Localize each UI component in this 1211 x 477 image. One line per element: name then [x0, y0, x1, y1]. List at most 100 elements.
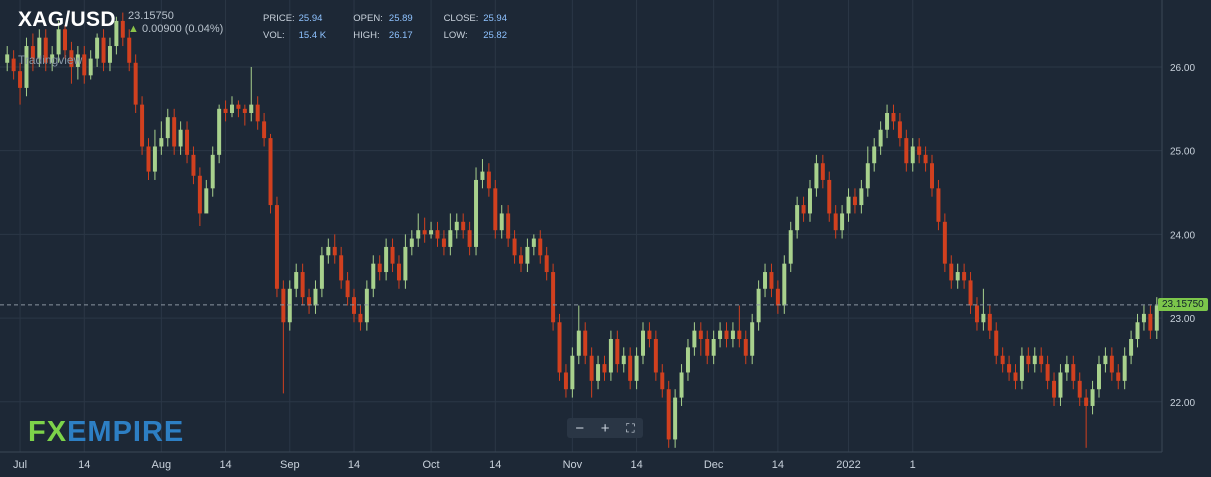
x-tick-label: Dec — [704, 459, 724, 471]
candle-body — [628, 355, 633, 381]
candle-body — [255, 104, 260, 122]
arrow-up-icon: ▲ — [128, 23, 139, 35]
candle-body — [403, 246, 408, 281]
candle-body — [300, 272, 305, 298]
candle-body — [589, 355, 594, 381]
y-tick-label: 23.00 — [1170, 314, 1195, 325]
candle-body — [236, 104, 241, 109]
candle-body — [653, 339, 658, 373]
candle-body — [448, 230, 453, 247]
candle-body — [217, 108, 222, 155]
candle-body — [872, 146, 877, 164]
candle-body — [570, 355, 575, 390]
candle-body — [416, 230, 421, 239]
candle-body — [730, 330, 735, 339]
candle-body — [133, 62, 138, 105]
ohlc-stats: PRICE: 25.94 OPEN: 25.89 CLOSE: 25.94 VO… — [263, 13, 507, 47]
candle-body — [994, 330, 999, 356]
candle-body — [1084, 397, 1089, 406]
candle-body — [538, 238, 543, 256]
candle-body — [1013, 372, 1018, 381]
candle-body — [1135, 322, 1140, 339]
fxempire-logo: FXEMPIRE — [28, 416, 184, 449]
candle-body — [544, 255, 549, 273]
candle-body — [737, 330, 742, 339]
candle-body — [332, 246, 337, 256]
candle-body — [371, 263, 376, 289]
candle-body — [268, 138, 273, 206]
candle-body — [795, 205, 800, 231]
candle-body — [827, 179, 832, 214]
candle-body — [56, 29, 61, 55]
candle-body — [506, 213, 511, 239]
candle-body — [493, 188, 498, 231]
candle-body — [18, 71, 23, 88]
candle-body — [525, 246, 530, 264]
candle-body — [185, 129, 190, 155]
candle-body — [897, 121, 902, 139]
candle-body — [140, 104, 145, 147]
candle-body — [1148, 313, 1153, 331]
candle-body — [486, 171, 491, 189]
candle-body — [782, 263, 787, 306]
candle-body — [249, 104, 254, 113]
candle-body — [5, 54, 10, 63]
candle-body — [987, 313, 992, 331]
fullscreen-icon[interactable]: ⛶ — [626, 421, 634, 436]
candlestick-chart: 22.00 23.00 24.00 25.00 26.00 Jul 14 Aug 14 Sep 14… — [0, 0, 1195, 471]
price-change: ▲ 0.00900 (0.04%) — [128, 23, 223, 35]
candle-body — [775, 288, 780, 306]
candle-body — [467, 230, 472, 247]
y-tick-label: 25.00 — [1170, 147, 1195, 158]
low-label: LOW: — [443, 30, 468, 41]
zoom-out-button[interactable]: − — [575, 420, 584, 437]
low-value: 25.82 — [483, 30, 507, 41]
candle-body — [949, 263, 954, 281]
candle-body — [531, 238, 536, 247]
candle-body — [840, 213, 845, 231]
candle-body — [807, 188, 812, 214]
candle-body — [127, 37, 132, 63]
candle-body — [608, 339, 613, 373]
candle-body — [11, 58, 16, 72]
candle-body — [1019, 355, 1024, 381]
candle-body — [557, 322, 562, 373]
open-value: 25.89 — [388, 13, 413, 24]
zoom-controls: − + ⛶ — [567, 418, 643, 438]
candle-body — [281, 288, 286, 323]
candle-body — [1026, 355, 1031, 365]
x-tick-label: Jul — [13, 459, 27, 471]
candle-body — [88, 58, 93, 76]
candle-body — [441, 238, 446, 247]
candle-body — [955, 272, 960, 281]
candle-body — [833, 213, 838, 231]
candle-body — [1122, 355, 1127, 381]
candle-body — [859, 188, 864, 206]
candle-body — [846, 196, 851, 214]
candle-body — [352, 297, 357, 314]
candle-body — [159, 138, 164, 147]
logo-fx: FX — [28, 416, 68, 448]
candle-body — [647, 330, 652, 339]
candle-body — [294, 272, 299, 289]
candle-body — [602, 364, 607, 373]
candle-body — [705, 339, 710, 356]
candle-body — [641, 330, 646, 356]
candle-body — [910, 146, 915, 164]
candle-body — [685, 347, 690, 373]
price-change-value: 0.00900 (0.04%) — [141, 23, 224, 35]
close-label: CLOSE: — [443, 13, 479, 24]
zoom-in-button[interactable]: + — [601, 420, 610, 437]
candle-body — [319, 255, 324, 289]
candle-body — [1103, 355, 1108, 365]
candle-body — [435, 230, 440, 239]
candle-body — [326, 246, 331, 256]
candle-body — [1064, 364, 1069, 373]
candle-body — [422, 230, 427, 235]
vol-label: VOL: — [263, 30, 285, 41]
candle-body — [576, 330, 581, 356]
candle-body — [1000, 355, 1005, 365]
chart-header: XAG/USD — [18, 8, 116, 32]
candle-body — [101, 37, 106, 63]
candle-body — [718, 330, 723, 339]
